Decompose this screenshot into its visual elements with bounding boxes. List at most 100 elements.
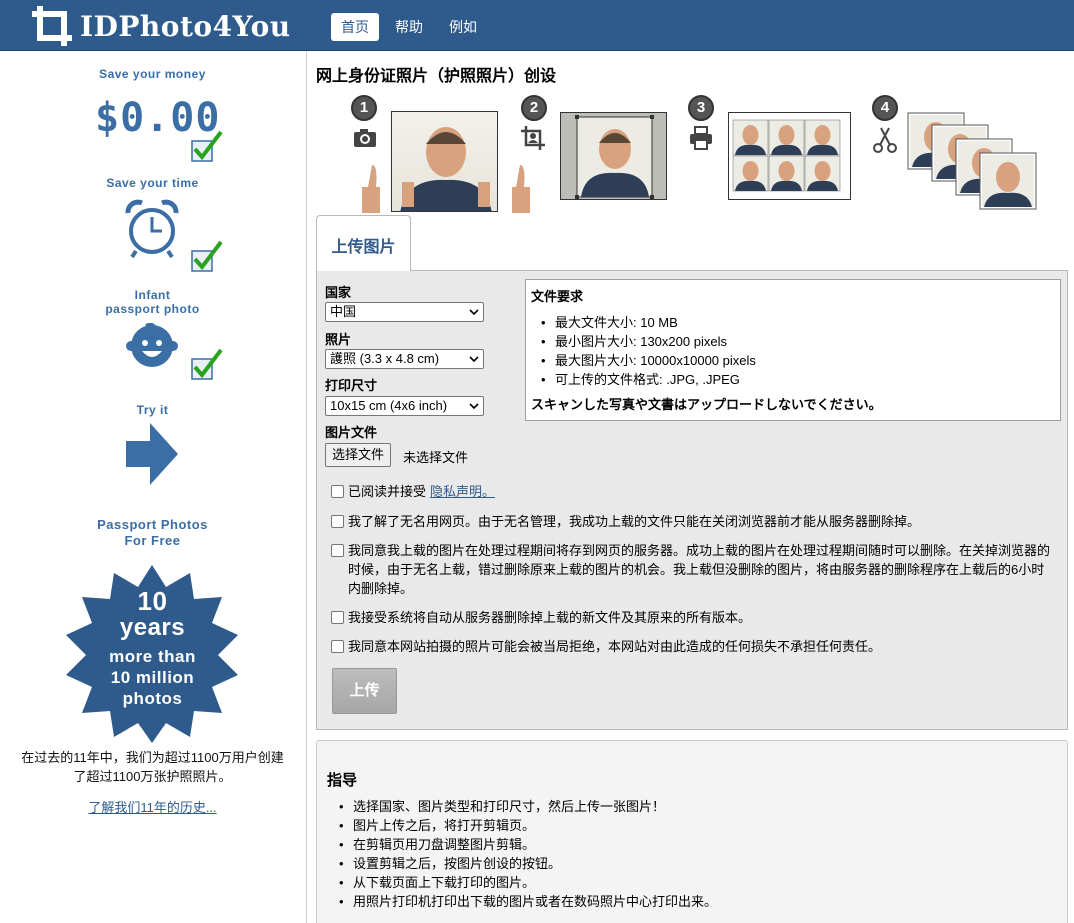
person-thumbs-up-icon [400,127,492,211]
agree-anonymous-checkbox[interactable] [331,515,344,528]
photo-type-value: 護照 (3.3 x 4.8 cm) [330,351,440,366]
scan-warning: スキャンした写真や文書はアップロードしないでください。 [531,397,882,412]
agree-auto-delete: 我接受系统将自动从服务器删除掉上载的新文件及其原来的所有版本。 [331,608,1056,627]
country-select[interactable]: 中国 [325,302,484,322]
print-sheet-icon [732,119,841,192]
upload-panel: 国家 中国 照片 護照 (3.3 x 4.8 cm) 打印尺寸 10x15 cm… [316,270,1068,730]
badge-line4: 10 million [110,668,195,687]
cut-photos-stack-icon [907,112,1037,210]
file-requirements-box: 文件要求 最大文件大小: 10 MB 最小图片大小: 130x200 pixel… [525,279,1061,421]
camera-icon [354,129,376,147]
requirement-item: 最大图片大小: 10000x10000 pixels [539,351,1055,370]
arrow-right-icon[interactable] [126,423,178,485]
checkmark-icon [191,240,223,272]
print-size-label: 打印尺寸 [325,378,378,393]
chevron-down-icon [469,356,479,363]
country-value: 中国 [330,304,357,319]
infant-label-line1: Infant [134,288,171,302]
scissors-icon [873,127,897,153]
guide-list: 选择国家、图片类型和打印尺寸，然后上传一张图片！ 图片上传之后，将打开剪辑页。 … [337,797,717,911]
chevron-down-icon [469,309,479,316]
save-time-label: Save your time [106,176,199,190]
step-number-1: 1 [351,95,377,121]
nav-help[interactable]: 帮助 [385,13,433,41]
no-file-text: 未选择文件 [403,450,469,465]
try-it-label[interactable]: Try it [0,403,305,417]
agree-privacy: 已阅读并接受 隐私声明。 [331,482,1056,501]
printer-icon [690,126,712,150]
infant-label-line2: passport photo [105,302,200,316]
nav-examples[interactable]: 例如 [439,13,487,41]
agree-auto-delete-text: 我接受系统将自动从服务器删除掉上载的新文件及其原来的所有版本。 [348,610,752,625]
agree-privacy-checkbox[interactable] [331,485,344,498]
main-nav: 首页 帮助 例如 [331,13,487,41]
guide-item: 从下载页面上下载打印的图片。 [337,873,717,892]
choose-file-button[interactable]: 选择文件 [325,443,392,467]
step-number-3: 3 [688,95,714,121]
free-photos-label-line2: For Free [124,533,181,548]
guide-title: 指导 [327,772,358,789]
thumbs-up-left-icon [362,165,380,213]
badge-line3: more than [109,647,196,666]
guide-item: 选择国家、图片类型和打印尺寸，然后上传一张图片！ [337,797,717,816]
agree-anonymous-text: 我了解了无名用网页。由于无名管理，我成功上载的文件只能在关闭浏览器前才能从服务器… [348,514,921,529]
step1-photo [391,111,498,212]
guide-item: 设置剪辑之后，按图片创设的按钮。 [337,854,717,873]
privacy-link[interactable]: 隐私声明。 [430,482,495,501]
history-link[interactable]: 了解我们11年的历史... [0,797,305,816]
step3-print-sheet [728,112,851,200]
history-text-line1: 在过去的11年中，我们为超过1100万用户创建 [21,750,284,765]
free-photos-label-line1: Passport Photos [97,517,208,532]
requirements-list: 最大文件大小: 10 MB 最小图片大小: 130x200 pixels 最大图… [531,313,1055,389]
checkmark-icon [191,130,223,162]
print-size-select[interactable]: 10x15 cm (4x6 inch) [325,396,484,416]
requirement-item: 最大文件大小: 10 MB [539,313,1055,332]
tab-upload[interactable]: 上传图片 [316,215,411,271]
nav-home[interactable]: 首页 [331,13,379,41]
agree-disclaimer: 我同意本网站拍摄的照片可能会被当局拒绝，本网站对由此造成的任何损失不承担任何责任… [331,637,1056,656]
upload-button[interactable]: 上传 [332,668,397,714]
save-money-label: Save your money [99,67,206,81]
crop-portrait-icon [521,126,545,150]
site-logo[interactable]: IDPhoto4You [30,4,291,48]
badge-line2: years [119,614,186,641]
agree-auto-delete-checkbox[interactable] [331,611,344,624]
print-size-value: 10x15 cm (4x6 inch) [330,398,448,413]
person-crop-icon [575,115,654,199]
guide-panel: 指导 选择国家、图片类型和打印尺寸，然后上传一张图片！ 图片上传之后，将打开剪辑… [316,740,1068,923]
crop-icon [32,6,72,46]
image-file-label: 图片文件 [325,425,378,440]
guide-item: 图片上传之后，将打开剪辑页。 [337,816,717,835]
sidebar: Save your money $0.00 Save your time Inf… [0,51,307,923]
step2-photo [560,112,667,200]
history-text-line2: 了超过1100万张护照照片。 [73,769,232,784]
agree-storage-checkbox[interactable] [331,544,344,557]
agree-storage-text: 我同意我上载的图片在处理过程期间将存到网页的服务器。成功上载的图片在处理过程期间… [348,543,1051,596]
step-number-2: 2 [521,95,547,121]
baby-face-icon [126,323,178,367]
chevron-down-icon [469,403,479,410]
agree-disclaimer-text: 我同意本网站拍摄的照片可能会被当局拒绝，本网站对由此造成的任何损失不承担任何责任… [348,639,882,654]
step-number-4: 4 [872,95,898,121]
alarm-clock-icon [125,199,179,259]
badge-line5: photos [122,689,183,708]
guide-item: 用照片打印机打印出下载的图片或者在数码照片中心打印出来。 [337,892,717,911]
country-label: 国家 [325,285,352,300]
requirements-title: 文件要求 [531,289,584,304]
checkmark-icon [191,348,223,380]
agree-disclaimer-checkbox[interactable] [331,640,344,653]
logo-text: IDPhoto4You [80,9,291,43]
badge-line1: 10 [137,586,168,616]
requirement-item: 最小图片大小: 130x200 pixels [539,332,1055,351]
top-header: IDPhoto4You 首页 帮助 例如 [0,0,1074,51]
agree-anonymous: 我了解了无名用网页。由于无名管理，我成功上载的文件只能在关闭浏览器前才能从服务器… [331,512,1056,531]
steps-illustration: 1 2 3 4 [316,95,1074,213]
agree-storage: 我同意我上载的图片在处理过程期间将存到网页的服务器。成功上载的图片在处理过程期间… [331,541,1056,598]
requirement-item: 可上传的文件格式: .JPG, .JPEG [539,370,1055,389]
page-title: 网上身份证照片（护照照片）创设 [316,68,557,85]
agree-privacy-text: 已阅读并接受 [348,484,427,499]
guide-item: 在剪辑页用刀盘调整图片剪辑。 [337,835,717,854]
photo-type-label: 照片 [325,332,352,347]
thumbs-up-right-icon [512,165,530,213]
photo-type-select[interactable]: 護照 (3.3 x 4.8 cm) [325,349,484,369]
